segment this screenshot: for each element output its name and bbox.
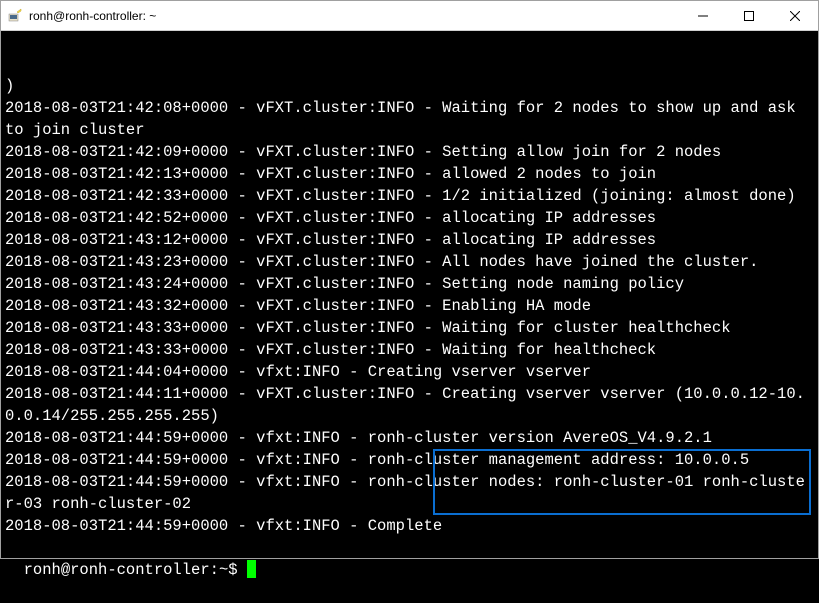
terminal-lines: )2018-08-03T21:42:08+0000 - vFXT.cluster…: [5, 75, 814, 537]
terminal-line: 2018-08-03T21:43:33+0000 - vFXT.cluster:…: [5, 317, 814, 339]
maximize-button[interactable]: [726, 1, 772, 30]
terminal-line: 2018-08-03T21:42:52+0000 - vFXT.cluster:…: [5, 207, 814, 229]
shell-prompt: ronh@ronh-controller:~$: [24, 561, 247, 579]
terminal-line: 2018-08-03T21:44:04+0000 - vfxt:INFO - C…: [5, 361, 814, 383]
terminal-line: 2018-08-03T21:44:59+0000 - vfxt:INFO - C…: [5, 515, 814, 537]
terminal-output[interactable]: )2018-08-03T21:42:08+0000 - vFXT.cluster…: [1, 31, 818, 558]
close-icon: [790, 11, 800, 21]
terminal-line: 2018-08-03T21:42:13+0000 - vFXT.cluster:…: [5, 163, 814, 185]
terminal-line: 2018-08-03T21:43:23+0000 - vFXT.cluster:…: [5, 251, 814, 273]
minimize-button[interactable]: [680, 1, 726, 30]
terminal-line: 2018-08-03T21:43:24+0000 - vFXT.cluster:…: [5, 273, 814, 295]
terminal-line: 2018-08-03T21:44:11+0000 - vFXT.cluster:…: [5, 383, 814, 427]
putty-icon: [7, 8, 23, 24]
cursor: [247, 560, 256, 578]
terminal-line: 2018-08-03T21:43:33+0000 - vFXT.cluster:…: [5, 339, 814, 361]
terminal-line: 2018-08-03T21:43:32+0000 - vFXT.cluster:…: [5, 295, 814, 317]
minimize-icon: [698, 11, 708, 21]
terminal-line: 2018-08-03T21:44:59+0000 - vfxt:INFO - r…: [5, 427, 814, 449]
window-title: ronh@ronh-controller: ~: [29, 9, 156, 23]
close-button[interactable]: [772, 1, 818, 30]
terminal-line: 2018-08-03T21:42:33+0000 - vFXT.cluster:…: [5, 185, 814, 207]
maximize-icon: [744, 11, 754, 21]
window-titlebar: ronh@ronh-controller: ~: [1, 1, 818, 31]
terminal-line: 2018-08-03T21:42:08+0000 - vFXT.cluster:…: [5, 97, 814, 141]
terminal-line: ): [5, 75, 814, 97]
titlebar-left: ronh@ronh-controller: ~: [1, 8, 156, 24]
window-controls: [680, 1, 818, 30]
terminal-line: 2018-08-03T21:42:09+0000 - vFXT.cluster:…: [5, 141, 814, 163]
terminal-line: 2018-08-03T21:44:59+0000 - vfxt:INFO - r…: [5, 449, 814, 471]
terminal-line: 2018-08-03T21:44:59+0000 - vfxt:INFO - r…: [5, 471, 814, 515]
terminal-line: 2018-08-03T21:43:12+0000 - vFXT.cluster:…: [5, 229, 814, 251]
